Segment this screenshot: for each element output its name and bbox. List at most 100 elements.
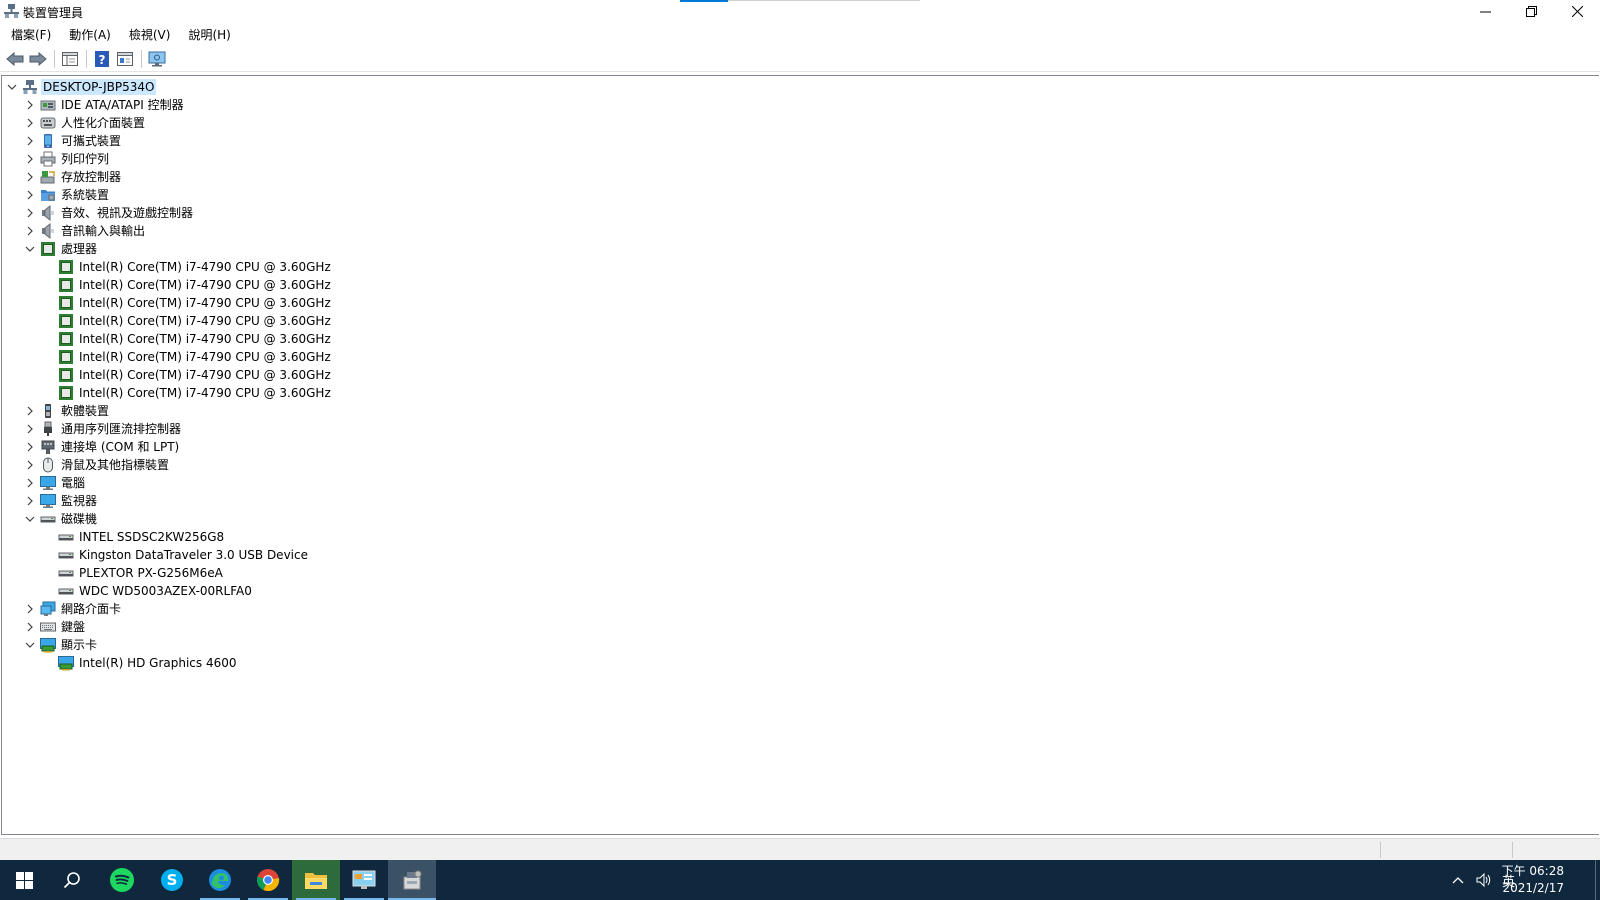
restore-button[interactable] [1508,0,1554,22]
tree-category[interactable]: 人性化介面裝置 [2,114,1599,132]
chevron-right-icon[interactable] [24,441,36,453]
chrome-app[interactable] [244,860,292,900]
chevron-right-icon[interactable] [24,135,36,147]
tree-category[interactable]: 可攜式裝置 [2,132,1599,150]
tree-category[interactable]: 鍵盤 [2,618,1599,636]
chevron-right-icon[interactable] [24,477,36,489]
control-panel-app[interactable] [340,860,388,900]
show-hidden-icons-button[interactable] [1452,860,1464,900]
menu-file[interactable]: 檔案(F) [4,23,58,43]
chevron-right-icon[interactable] [24,117,36,129]
spotify-icon [110,868,134,892]
scan-hardware-button[interactable] [146,48,168,70]
show-hide-console-tree-button[interactable] [59,48,81,70]
processor-icon [58,295,74,311]
device-manager-app[interactable] [388,860,436,900]
toolbar-separator [86,49,87,68]
chevron-down-icon[interactable] [24,639,36,651]
chevron-down-icon[interactable] [24,513,36,525]
tree-category[interactable]: IDE ATA/ATAPI 控制器 [2,96,1599,114]
tree-device[interactable]: Intel(R) Core(TM) i7-4790 CPU @ 3.60GHz [2,312,1599,330]
menu-action[interactable]: 動作(A) [62,23,118,43]
chrome-icon [256,869,280,892]
chevron-right-icon[interactable] [24,603,36,615]
control-panel-icon [352,870,376,889]
tree-device[interactable]: Intel(R) Core(TM) i7-4790 CPU @ 3.60GHz [2,330,1599,348]
chevron-right-icon[interactable] [24,459,36,471]
help-button[interactable]: ? [91,48,113,70]
tree-category[interactable]: 顯示卡 [2,636,1599,654]
tree-category[interactable]: 軟體裝置 [2,402,1599,420]
tree-device[interactable]: Intel(R) Core(TM) i7-4790 CPU @ 3.60GHz [2,348,1599,366]
tree-device[interactable]: Kingston DataTraveler 3.0 USB Device [2,546,1599,564]
tree-device[interactable]: Intel(R) Core(TM) i7-4790 CPU @ 3.60GHz [2,276,1599,294]
tree-device[interactable]: WDC WD5003AZEX-00RLFA0 [2,582,1599,600]
tree-category[interactable]: 滑鼠及其他指標裝置 [2,456,1599,474]
chevron-right-icon[interactable] [24,405,36,417]
tree-device[interactable]: INTEL SSDSC2KW256G8 [2,528,1599,546]
disk-drive-icon [58,547,74,563]
chevron-right-icon[interactable] [24,423,36,435]
display-adapter-icon [40,637,56,653]
tree-device[interactable]: PLEXTOR PX-G256M6eA [2,564,1599,582]
tree-category[interactable]: 系統裝置 [2,186,1599,204]
tree-category[interactable]: 電腦 [2,474,1599,492]
back-button[interactable] [4,48,26,70]
chevron-right-icon[interactable] [24,171,36,183]
taskbar-clock[interactable]: 下午 06:28 2021/2/17 [1502,863,1564,897]
tree-category[interactable]: 音訊輸入與輸出 [2,222,1599,240]
portable-device-icon [40,133,56,149]
chevron-right-icon[interactable] [24,495,36,507]
start-button[interactable] [0,860,48,900]
tree-category[interactable]: 音效、視訊及遊戲控制器 [2,204,1599,222]
mouse-icon [40,457,56,473]
tree-category[interactable]: 列印佇列 [2,150,1599,168]
forward-button[interactable] [27,48,49,70]
chevron-right-icon[interactable] [24,225,36,237]
tree-category[interactable]: 通用序列匯流排控制器 [2,420,1599,438]
title-bar[interactable]: 裝置管理員 [0,0,1600,22]
chevron-right-icon[interactable] [24,153,36,165]
printer-icon [40,151,56,167]
hid-icon [40,115,56,131]
show-desktop-button[interactable] [1595,860,1600,900]
tree-category[interactable]: 監視器 [2,492,1599,510]
menu-help[interactable]: 說明(H) [181,23,237,43]
chevron-right-icon[interactable] [24,189,36,201]
file-explorer-app[interactable] [292,860,340,900]
close-button[interactable] [1554,0,1600,22]
chevron-right-icon[interactable] [24,99,36,111]
device-manager-icon [403,870,422,890]
tree-node-label: 鍵盤 [61,620,86,634]
tree-node-label: Intel(R) Core(TM) i7-4790 CPU @ 3.60GHz [79,350,331,364]
tree-category[interactable]: 處理器 [2,240,1599,258]
spotify-app[interactable] [98,860,146,900]
tree-node-label: 列印佇列 [61,152,110,166]
device-tree[interactable]: DESKTOP-JBP534O IDE ATA/ATAPI 控制器 人性化介面裝置可… [1,75,1599,835]
computer-icon [22,79,38,95]
tree-category[interactable]: 存放控制器 [2,168,1599,186]
tree-root-node[interactable]: DESKTOP-JBP534O [2,78,1599,96]
tree-category[interactable]: 磁碟機 [2,510,1599,528]
tree-category[interactable]: 連接埠 (COM 和 LPT) [2,438,1599,456]
skype-app[interactable]: S [148,860,196,900]
volume-button[interactable] [1476,860,1492,900]
tree-device[interactable]: Intel(R) Core(TM) i7-4790 CPU @ 3.60GHz [2,258,1599,276]
minimize-button[interactable] [1462,0,1508,22]
tree-node-label: DESKTOP-JBP534O [41,79,157,95]
properties-button[interactable] [114,48,136,70]
clock-date: 2021/2/17 [1502,881,1564,895]
tree-device[interactable]: Intel(R) Core(TM) i7-4790 CPU @ 3.60GHz [2,366,1599,384]
tree-category[interactable]: 網路介面卡 [2,600,1599,618]
tree-device[interactable]: Intel(R) Core(TM) i7-4790 CPU @ 3.60GHz [2,294,1599,312]
chevron-right-icon[interactable] [24,207,36,219]
edge-app[interactable] [196,860,244,900]
chevron-down-icon[interactable] [24,243,36,255]
menu-view[interactable]: 檢視(V) [122,23,178,43]
tree-device[interactable]: Intel(R) HD Graphics 4600 [2,654,1599,672]
search-button[interactable] [48,860,96,900]
processor-icon [58,367,74,383]
chevron-right-icon[interactable] [24,621,36,633]
chevron-down-icon[interactable] [6,81,18,93]
tree-device[interactable]: Intel(R) Core(TM) i7-4790 CPU @ 3.60GHz [2,384,1599,402]
